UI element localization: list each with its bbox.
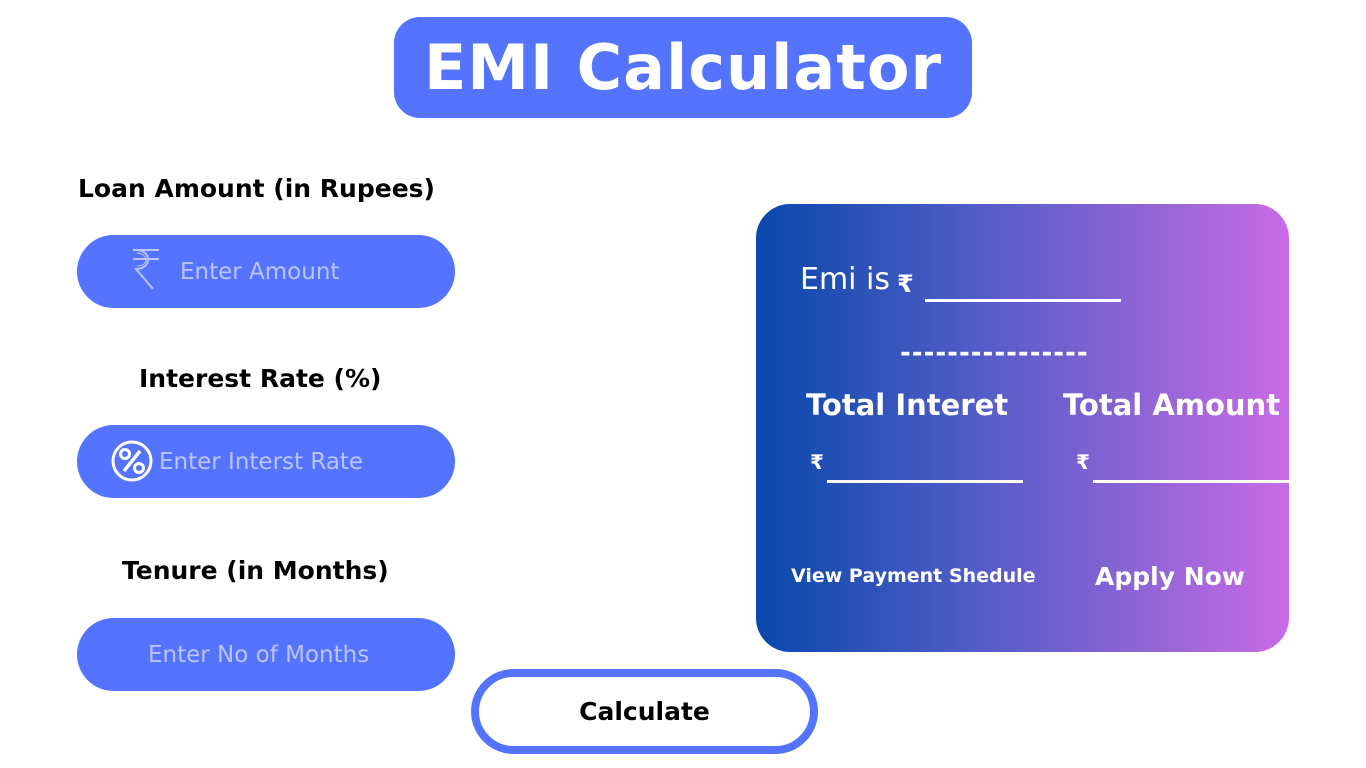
tenure-label: Tenure (in Months) [122, 556, 389, 585]
loan-amount-label: Loan Amount (in Rupees) [78, 174, 435, 203]
page-title: EMI Calculator [394, 17, 972, 118]
total-interest-value-blank [827, 480, 1023, 483]
emi-label: Emi is [800, 262, 891, 297]
apply-now-button[interactable]: Apply Now [1095, 562, 1245, 591]
emi-calculator-page: EMI Calculator Loan Amount (in Rupees) I… [0, 0, 1366, 768]
loan-amount-field[interactable] [77, 235, 455, 308]
interest-rate-label: Interest Rate (%) [139, 364, 382, 393]
interest-rate-input[interactable] [159, 425, 439, 498]
tenure-input[interactable] [148, 618, 438, 691]
calculate-button[interactable]: Calculate [471, 669, 818, 754]
percent-icon [110, 439, 154, 483]
total-interest-rupee-symbol: ₹ [810, 450, 824, 474]
rupee-icon [130, 247, 162, 293]
separator-line: ---------------- [900, 338, 1089, 368]
total-amount-value-blank [1093, 480, 1289, 483]
emi-rupee-symbol: ₹ [897, 270, 914, 298]
emi-value-blank [925, 299, 1121, 302]
view-payment-schedule-button[interactable]: View Payment Shedule [791, 565, 1036, 587]
result-card: Emi is ₹ ---------------- Total Interet … [756, 204, 1289, 652]
total-amount-rupee-symbol: ₹ [1076, 450, 1090, 474]
tenure-field[interactable] [77, 618, 455, 691]
interest-rate-field[interactable] [77, 425, 455, 498]
total-interest-label: Total Interet [806, 388, 1009, 422]
loan-amount-input[interactable] [180, 235, 430, 308]
total-amount-label: Total Amount [1063, 388, 1281, 422]
